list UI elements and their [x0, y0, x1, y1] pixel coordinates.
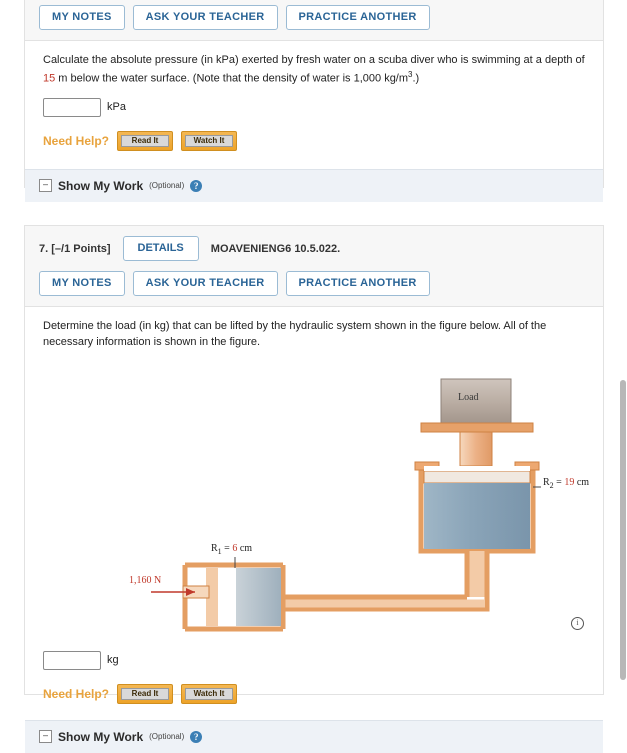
problem-7-tab-row: MY NOTES ASK YOUR TEACHER PRACTICE ANOTH…	[25, 267, 603, 307]
problem-6-question-text: Calculate the absolute pressure (in kPa)…	[43, 53, 585, 88]
radius-1-label: R1 = 6 cm	[211, 543, 252, 556]
problem-6-ask-your-teacher-button[interactable]: ASK YOUR TEACHER	[132, 5, 278, 30]
problem-6-show-my-work-label: Show My Work	[58, 178, 144, 193]
problem-6-practice-another-button[interactable]: PRACTICE ANOTHER	[285, 5, 430, 30]
problem-6-tab-row: MY NOTES ASK YOUR TEACHER PRACTICE ANOTH…	[25, 0, 603, 41]
problem-7-my-notes-button[interactable]: MY NOTES	[39, 271, 125, 296]
problem-6-optional-label: (Optional)	[149, 181, 185, 191]
problem-6-my-notes-button[interactable]: MY NOTES	[39, 5, 125, 30]
problem-6-question-part3: .)	[412, 72, 420, 85]
problem-6-watch-it-button[interactable]: Watch It	[181, 130, 238, 151]
problem-7-need-help-row: Need Help? Read It Watch It	[43, 683, 585, 704]
problem-6-read-it-label: Read It	[121, 134, 170, 147]
problem-7-show-my-work-panel[interactable]: – Show My Work (Optional) ?	[25, 719, 603, 753]
problem-6-question-part1: Calculate the absolute pressure (in kPa)…	[43, 54, 585, 66]
radius-1-unit: cm	[237, 542, 253, 554]
radius-1-symbol: R	[211, 542, 218, 554]
problem-7-ask-your-teacher-button[interactable]: ASK YOUR TEACHER	[132, 271, 278, 296]
problem-6-need-help-row: Need Help? Read It Watch It	[43, 130, 585, 151]
problem-6-watch-it-label: Watch It	[185, 134, 234, 147]
problem-7-answer-input[interactable]	[43, 650, 101, 670]
radius-2-label: R2 = 19 cm	[543, 477, 589, 490]
hydraulic-system-figure: Load R2 = 19 cm R1 = 6 cm 1,160 N i	[43, 361, 589, 651]
radius-2-unit: cm	[574, 476, 590, 488]
problem-7-watch-it-label: Watch It	[185, 687, 234, 700]
scrollbar-thumb[interactable]	[620, 380, 626, 680]
problem-6-read-it-button[interactable]: Read It	[117, 130, 174, 151]
radius-2-value: 19	[564, 476, 575, 488]
problem-6-answer-row: kPa	[43, 97, 585, 117]
problem-7-points-label: 7. [–/1 Points]	[39, 242, 111, 255]
problem-7-practice-another-button[interactable]: PRACTICE ANOTHER	[285, 271, 430, 296]
problem-7-help-info-icon[interactable]: ?	[190, 730, 203, 743]
problem-6-need-help-label: Need Help?	[43, 133, 110, 148]
problem-6-question-part2: m below the water surface. (Note that th…	[55, 72, 409, 85]
problem-6-answer-input[interactable]	[43, 97, 101, 117]
problem-7-details-button[interactable]: DETAILS	[122, 236, 199, 261]
problem-7-read-it-label: Read It	[121, 687, 170, 700]
problem-6-answer-unit: kPa	[107, 101, 126, 114]
problem-6-help-info-icon[interactable]: ?	[190, 179, 203, 192]
page-scrollbar[interactable]	[618, 0, 627, 700]
problem-6-body: Calculate the absolute pressure (in kPa)…	[25, 41, 603, 202]
radius-2-symbol: R	[543, 476, 550, 488]
problem-7-need-help-label: Need Help?	[43, 686, 110, 701]
problem-7-read-it-button[interactable]: Read It	[117, 683, 174, 704]
figure-info-icon[interactable]: i	[571, 616, 584, 630]
problem-7-collapse-toggle-icon[interactable]: –	[39, 730, 52, 744]
problem-6-container: MY NOTES ASK YOUR TEACHER PRACTICE ANOTH…	[24, 0, 604, 202]
problem-7-body: Determine the load (in kg) that can be l…	[25, 307, 603, 753]
problem-7-question-text: Determine the load (in kg) that can be l…	[43, 320, 547, 348]
radius-1-equals: =	[221, 542, 233, 554]
problem-6-depth-value: 15	[43, 72, 56, 85]
problem-7-watch-it-button[interactable]: Watch It	[181, 683, 238, 704]
radius-2-equals: =	[553, 476, 565, 488]
problem-7-optional-label: (Optional)	[149, 732, 185, 742]
problem-7-answer-row: kg	[43, 650, 585, 670]
problem-7-container: 7. [–/1 Points] DETAILS MOAVENIENG6 10.5…	[24, 225, 604, 753]
problem-7-show-my-work-label: Show My Work	[58, 729, 144, 744]
problem-7-header: 7. [–/1 Points] DETAILS MOAVENIENG6 10.5…	[25, 226, 603, 267]
load-label: Load	[458, 391, 479, 403]
applied-force-label: 1,160 N	[129, 574, 162, 586]
hydraulic-system-diagram	[151, 378, 541, 632]
problem-6-collapse-toggle-icon[interactable]: –	[39, 179, 52, 193]
problem-7-answer-unit: kg	[107, 654, 119, 667]
problem-6-show-my-work-panel[interactable]: – Show My Work (Optional) ?	[25, 168, 603, 202]
problem-7-code-label: MOAVENIENG6 10.5.022.	[210, 242, 341, 255]
